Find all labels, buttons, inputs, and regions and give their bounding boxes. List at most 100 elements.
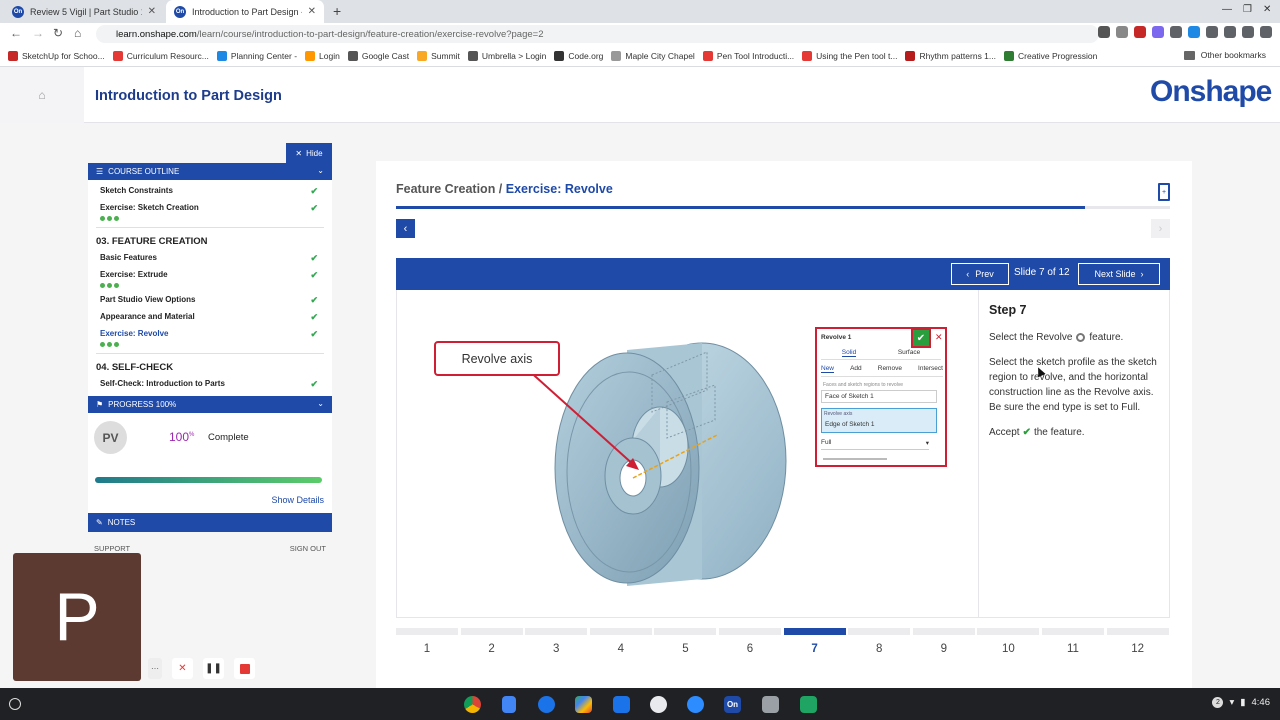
bookmark-item[interactable]: Login bbox=[305, 50, 340, 61]
support-link[interactable]: SUPPORT bbox=[94, 544, 130, 553]
mode-intersect[interactable]: Intersect bbox=[918, 365, 943, 373]
browser-tab-active[interactable]: On Introduction to Part Design - Exercis… bbox=[166, 0, 324, 23]
page-item[interactable]: 2 bbox=[460, 628, 523, 658]
progress-header[interactable]: ⚑ PROGRESS 100% ⌄ bbox=[88, 396, 332, 413]
page-item[interactable]: 12 bbox=[1106, 628, 1169, 658]
bookmark-item[interactable]: SketchUp for Schoo... bbox=[8, 50, 105, 61]
close-window-icon[interactable]: ✕ bbox=[1263, 4, 1271, 15]
launcher-icon[interactable] bbox=[9, 698, 21, 710]
new-tab-icon[interactable]: + bbox=[333, 3, 341, 19]
outline-item[interactable]: Sketch Constraints ✔ bbox=[88, 185, 332, 197]
app-icon[interactable] bbox=[800, 696, 817, 713]
home-icon[interactable]: ⌂ bbox=[74, 26, 81, 40]
hide-sidebar-button[interactable]: ✕ Hide bbox=[286, 143, 332, 163]
bookmark-item[interactable]: Curriculum Resourc... bbox=[112, 50, 209, 61]
page-item[interactable]: 3 bbox=[525, 628, 588, 658]
bookmark-item[interactable]: Maple City Chapel bbox=[611, 50, 695, 61]
reload-icon[interactable]: ↻ bbox=[53, 26, 63, 40]
maximize-icon[interactable]: ❐ bbox=[1243, 4, 1252, 15]
axis-field[interactable]: Revolve axis Edge of Sketch 1 bbox=[821, 408, 937, 433]
forward-icon[interactable]: → bbox=[32, 26, 44, 40]
page-item[interactable]: 6 bbox=[719, 628, 781, 658]
close-tab-icon[interactable]: ✕ bbox=[308, 6, 316, 17]
notes-header[interactable]: ✎ NOTES bbox=[88, 513, 332, 532]
bookmark-icon[interactable]: + bbox=[1158, 183, 1170, 201]
bookmark-item[interactable]: Code.org bbox=[554, 50, 603, 61]
page-item[interactable]: 7 bbox=[783, 628, 846, 658]
outline-item[interactable]: Appearance and Material ✔ bbox=[88, 311, 332, 323]
app-icon[interactable] bbox=[650, 696, 667, 713]
extension-icon[interactable] bbox=[1134, 26, 1146, 38]
page-item[interactable]: 10 bbox=[977, 628, 1040, 658]
bookmark-item[interactable]: Planning Center - bbox=[216, 50, 297, 61]
tab-surface[interactable]: Surface bbox=[898, 349, 920, 357]
page-item[interactable]: 11 bbox=[1042, 628, 1104, 658]
cast-icon[interactable] bbox=[1242, 26, 1254, 38]
extension-icon[interactable] bbox=[1152, 26, 1164, 38]
extension-icon[interactable] bbox=[1170, 26, 1182, 38]
mode-new[interactable]: New bbox=[821, 365, 835, 373]
settings-icon[interactable] bbox=[538, 696, 555, 713]
files-icon[interactable] bbox=[613, 696, 630, 713]
angle-slider[interactable] bbox=[823, 458, 887, 460]
bookmark-item[interactable]: Rhythm patterns 1... bbox=[905, 50, 996, 61]
onshape-app-icon[interactable]: On bbox=[724, 696, 741, 713]
outline-item[interactable]: Self-Check: Introduction to Parts ✔ bbox=[88, 378, 332, 390]
stop-recording-button[interactable] bbox=[234, 658, 255, 679]
faces-field[interactable]: Face of Sketch 1 bbox=[821, 390, 937, 403]
play-store-icon[interactable] bbox=[575, 696, 592, 713]
page-item[interactable]: 5 bbox=[654, 628, 717, 658]
page-item[interactable]: 9 bbox=[912, 628, 975, 658]
next-slide-button[interactable]: Next Slide › bbox=[1078, 263, 1160, 285]
bookmark-item[interactable]: Creative Progression bbox=[1004, 50, 1097, 61]
app-icon[interactable] bbox=[762, 696, 779, 713]
chrome-icon[interactable] bbox=[464, 696, 481, 713]
cancel-recording-icon[interactable]: ✕ bbox=[172, 658, 193, 679]
menu-icon[interactable] bbox=[1260, 26, 1272, 38]
next-lesson-button[interactable]: › bbox=[1151, 219, 1170, 238]
mode-add[interactable]: Add bbox=[850, 365, 862, 373]
bookmark-item[interactable]: Summit bbox=[417, 50, 460, 61]
breadcrumb-parent[interactable]: Feature Creation / bbox=[396, 182, 502, 196]
pause-icon[interactable]: ❚❚ bbox=[203, 658, 224, 679]
extension-icon[interactable] bbox=[1188, 26, 1200, 38]
close-tab-icon[interactable]: ✕ bbox=[148, 6, 156, 17]
star-icon[interactable] bbox=[1116, 26, 1128, 38]
close-icon[interactable]: ✕ bbox=[935, 332, 943, 343]
outline-item[interactable]: Part Studio View Options ✔ bbox=[88, 294, 332, 306]
page-item[interactable]: 4 bbox=[589, 628, 652, 658]
camera-icon[interactable] bbox=[1098, 26, 1110, 38]
outline-item[interactable]: Exercise: Revolve ✔ bbox=[88, 328, 332, 340]
more-options-icon[interactable]: ⋯ bbox=[148, 658, 162, 679]
back-icon[interactable]: ← bbox=[10, 26, 22, 40]
outline-item[interactable]: Exercise: Extrude ✔ bbox=[88, 269, 332, 281]
outline-item[interactable]: Exercise: Sketch Creation ✔ bbox=[88, 202, 332, 214]
onshape-logo[interactable]: Onshape bbox=[1150, 75, 1272, 109]
bookmark-item[interactable]: Umbrella > Login bbox=[467, 50, 546, 61]
show-details-link[interactable]: Show Details bbox=[271, 495, 324, 505]
end-type-select[interactable]: Full ▾ bbox=[821, 439, 929, 450]
system-tray[interactable]: 2 ▾ ▮ 4:46 bbox=[1212, 697, 1270, 708]
outline-item[interactable]: Basic Features ✔ bbox=[88, 252, 332, 264]
prev-slide-button[interactable]: ‹ Prev bbox=[951, 263, 1009, 285]
home-icon[interactable]: ⌂ bbox=[0, 67, 84, 123]
page-item[interactable]: 1 bbox=[396, 628, 458, 658]
mode-remove[interactable]: Remove bbox=[878, 365, 902, 373]
bookmark-item[interactable]: Using the Pen tool t... bbox=[802, 50, 897, 61]
sign-out-link[interactable]: SIGN OUT bbox=[290, 544, 326, 553]
browser-tab-review[interactable]: On Review 5 Vigil | Part Studio 1 ✕ bbox=[4, 0, 164, 23]
bookmark-item[interactable]: Pen Tool Introducti... bbox=[702, 50, 794, 61]
address-bar[interactable]: learn.onshape.com/learn/course/introduct… bbox=[96, 25, 1099, 43]
accept-check-icon[interactable]: ✔ bbox=[911, 328, 931, 348]
puzzle-icon[interactable] bbox=[1224, 26, 1236, 38]
docs-icon[interactable] bbox=[502, 696, 516, 713]
bookmark-item[interactable]: Google Cast bbox=[347, 50, 409, 61]
zoom-icon[interactable] bbox=[687, 696, 704, 713]
minimize-icon[interactable]: — bbox=[1222, 4, 1232, 15]
previous-lesson-button[interactable]: ‹ bbox=[396, 219, 415, 238]
course-outline-header[interactable]: ☰ COURSE OUTLINE ⌄ bbox=[88, 163, 332, 180]
page-item[interactable]: 8 bbox=[848, 628, 911, 658]
other-bookmarks[interactable]: Other bookmarks bbox=[1183, 50, 1266, 60]
extension-icon[interactable] bbox=[1206, 26, 1218, 38]
tab-solid[interactable]: Solid bbox=[841, 349, 857, 357]
